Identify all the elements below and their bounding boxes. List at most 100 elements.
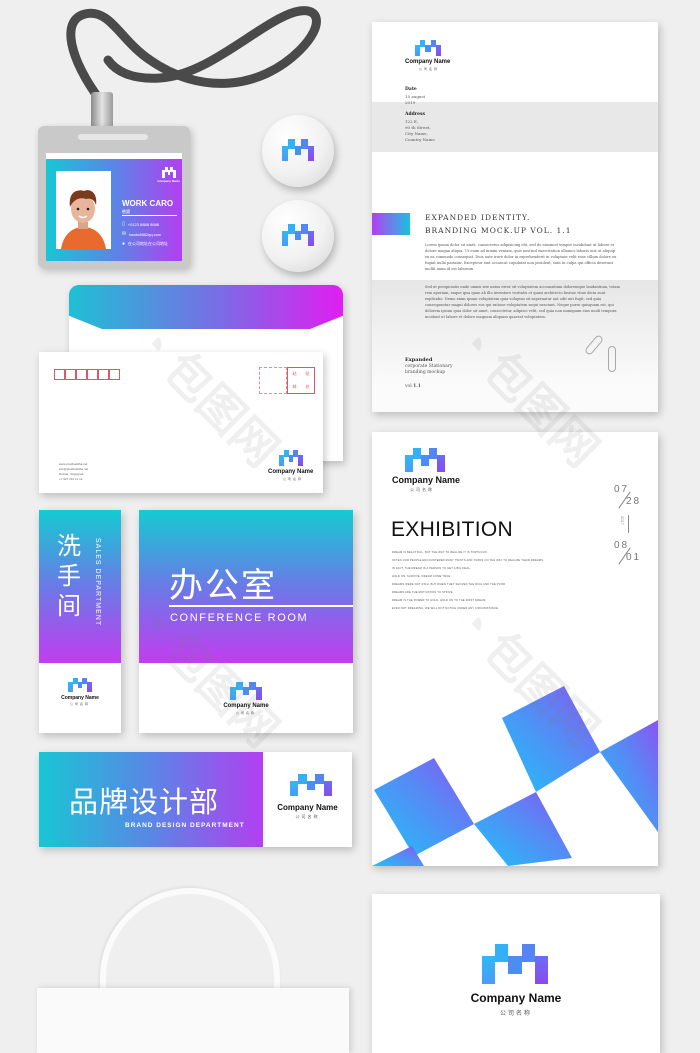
postcode-box — [109, 369, 120, 380]
stamp-char: 邮 — [292, 383, 297, 389]
pixel-m-logo-icon — [68, 678, 92, 692]
stamp-char: 粘 — [292, 371, 297, 377]
postcode-box — [98, 369, 109, 380]
tote-bag — [37, 988, 349, 1053]
address-label: Address — [405, 112, 426, 117]
poster-checker-pattern — [372, 686, 658, 866]
vol-number: 1.1 — [413, 384, 421, 389]
badge-phone-row: ▯ +0123 8888 8888 — [122, 221, 159, 227]
sign-gradient-panel: 办公室 CONFERENCE ROOM — [139, 510, 353, 663]
checker-square — [474, 792, 572, 866]
id-badge-holder: Company Name WORK CARO 慈盟 ▯ +0123 8888 8… — [38, 126, 190, 268]
postcode-box — [65, 369, 76, 380]
pixel-m-logo-icon — [282, 224, 314, 246]
letterhead: Company Name 公司名称 Date 15 august 2019 Ad… — [372, 22, 658, 412]
brand-dept-sign: 品牌设计部 BRAND DESIGN DEPARTMENT Company Na… — [39, 752, 352, 847]
restroom-sign-en: SALES DEPARTMENT — [94, 538, 101, 627]
contact-line: +7 927 231 12 12 — [59, 477, 83, 481]
date-value: 15 august 2019 — [405, 94, 425, 106]
exhibition-poster: Company Name 公司名称 EXHIBITION DREAM IS BE… — [372, 432, 658, 866]
footer-lines: corporate Stationary branding mockup — [405, 364, 453, 376]
badge-address: 在公司地址在公司地址 — [128, 241, 169, 246]
badge-logo-icon — [162, 167, 176, 178]
restroom-sign-company-name-zh: 公司名称 — [69, 702, 90, 706]
volume-label: vol.1.1 — [405, 384, 421, 390]
stamp-area — [259, 367, 287, 394]
pin-button-1 — [262, 115, 334, 187]
brand-dept-sign-company-name: Company Name — [277, 803, 338, 812]
business-card-company-name: Company Name — [470, 991, 562, 1005]
avatar-illustration-icon — [61, 190, 106, 249]
postcode-box — [76, 369, 87, 380]
location-pin-icon: ● — [122, 241, 126, 247]
badge-address-row: ● 在公司地址在公司地址 — [122, 241, 168, 247]
restroom-sign: 洗手间 SALES DEPARTMENT Company Name 公司名称 — [39, 510, 121, 733]
badge-company-name: Company Name — [157, 179, 180, 183]
poster-title: EXHIBITION — [391, 518, 514, 541]
envelope-company-name-zh: 公司名称 — [283, 477, 304, 481]
date-label: Date — [405, 87, 417, 92]
pin-button-2 — [262, 200, 334, 272]
sign-gradient-panel: 品牌设计部 BRAND DESIGN DEPARTMENT — [39, 752, 263, 847]
badge-title: WORK CARO — [122, 199, 174, 208]
id-card: Company Name WORK CARO 慈盟 ▯ +0123 8888 8… — [46, 153, 182, 261]
address-value: 122 E, 90 th Street, City Name, Country … — [405, 119, 435, 143]
paperclip-icon — [608, 346, 616, 372]
id-card-face: Company Name WORK CARO 慈盟 ▯ +0123 8888 8… — [46, 159, 182, 261]
date-start-day: 28 — [626, 496, 642, 507]
poster-line: DREAMS WERE NOT RICH, BUT WHEN THEY SHOV… — [392, 583, 507, 586]
poster-line: HOLD ON, SURVIVE, DREAM COME TRUE. — [392, 575, 452, 578]
poster-line: DREAMS ARE THE MOTIVATION TO STRIVE. — [392, 591, 454, 594]
stamp-char: 处 — [305, 383, 310, 389]
postcode-box — [54, 369, 65, 380]
poster-line: IN FACT, THE DREAM IS A PERSON TO GET A … — [392, 567, 471, 570]
poster-line: EVEN NOT DREAMING, WE WILL NOT NOTICE UN… — [392, 607, 500, 610]
phone-icon: ▯ — [122, 221, 125, 227]
date-end-month: 08 — [614, 540, 630, 551]
letterhead-accent-bar — [372, 213, 410, 235]
letterhead-paragraph-2: Sed ut perspiciatis unde omnis iste natu… — [425, 285, 620, 320]
letterhead-heading-2: BRANDING MOCK.UP VOL. 1.1 — [425, 226, 572, 235]
restroom-sign-zh: 洗手间 — [57, 533, 81, 620]
restroom-sign-company-name: Company Name — [61, 695, 99, 701]
brand-dept-sign-zh: 品牌设计部 — [69, 787, 220, 819]
letterhead-heading-1: EXPANDED IDENTITY. — [425, 213, 531, 222]
envelope-company-name: Company Name — [268, 469, 314, 475]
letterhead-company-name-zh: 公司名称 — [419, 67, 440, 71]
stamp-box: 粘 贴 邮 处 — [287, 367, 315, 394]
pixel-m-logo-icon — [482, 944, 548, 984]
checker-square — [600, 720, 658, 832]
office-sign: 办公室 CONFERENCE ROOM Company Name 公司名称 — [139, 510, 353, 733]
envelope-contact-info: www.pixelbuddha.net info@pixelbuddha.net… — [59, 462, 88, 482]
office-sign-zh: 办公室 — [169, 567, 277, 605]
pixel-m-logo-icon — [415, 40, 441, 56]
office-sign-divider — [169, 605, 353, 607]
badge-phone: +0123 8888 8888 — [127, 221, 160, 227]
footer-line: branding mockup — [405, 370, 446, 375]
letterhead-company-name: Company Name — [405, 59, 451, 65]
footer-bold: Expanded — [405, 357, 433, 363]
business-card: Company Name 公司名称 — [372, 894, 660, 1053]
poster-year: 2017 — [620, 516, 625, 525]
office-sign-en: CONFERENCE ROOM — [170, 612, 309, 624]
mail-icon: ✉ — [122, 231, 127, 237]
checker-square — [502, 686, 600, 792]
avatar — [56, 171, 111, 249]
poster-line: DREAM IS THE POWER TO HOLD, HOLD ON TO T… — [392, 599, 487, 602]
pixel-m-logo-icon — [290, 774, 332, 796]
badge-email-row: ✉ baotu8882qq.com — [122, 231, 161, 237]
poster-line: DREAM IS BEAUTIFUL, BUT THE WAY TO REALI… — [392, 551, 488, 554]
poster-company-name-zh: 公司名称 — [410, 487, 434, 492]
pixel-m-logo-icon — [405, 448, 445, 472]
badge-email: baotu8882qq.com — [129, 231, 162, 237]
sign-gradient-panel: 洗手间 SALES DEPARTMENT — [39, 510, 121, 663]
business-card-company-name-zh: 公司名称 — [499, 1011, 532, 1017]
envelope-flap — [69, 285, 343, 329]
pixel-m-logo-icon — [282, 139, 314, 161]
poster-company-name: Company Name — [392, 475, 461, 485]
pixel-m-logo-icon — [230, 682, 262, 700]
date-arrow-icon — [628, 515, 629, 533]
pixel-m-logo-icon — [279, 450, 303, 466]
address-line: Country Name — [405, 137, 435, 142]
office-sign-company-name-zh: 公司名称 — [235, 711, 256, 715]
